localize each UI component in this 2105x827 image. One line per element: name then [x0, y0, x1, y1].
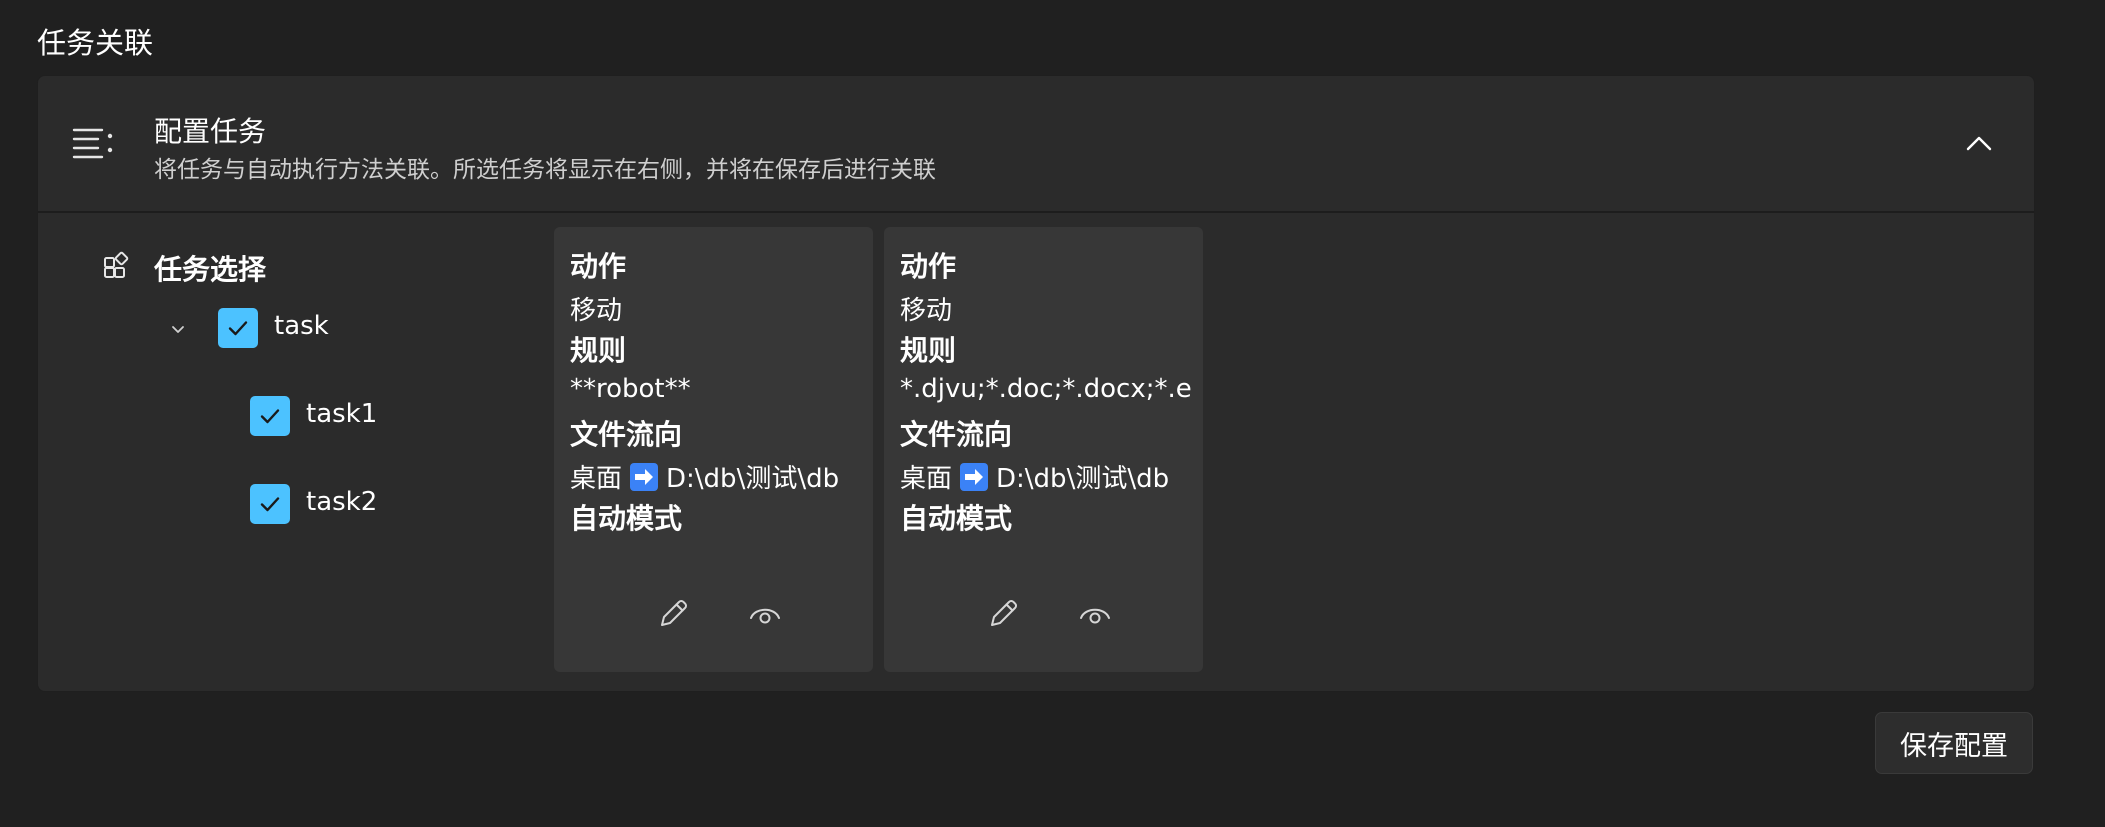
edit-icon[interactable] — [983, 594, 1023, 634]
action-value: 移动 — [570, 296, 623, 326]
list-settings-icon — [72, 128, 113, 159]
task-checkbox[interactable] — [218, 308, 258, 348]
rule-value: *.djvu;*.doc;*.docx;*.epub — [900, 374, 1192, 404]
view-icon[interactable] — [745, 594, 785, 634]
arrow-right-icon — [630, 463, 659, 491]
apps-add-icon — [104, 251, 129, 278]
task-selection-title: 任务选择 — [154, 253, 267, 286]
task-card-2: 动作 移动 规则 *.djvu;*.doc;*.docx;*.epub 文件流向… — [884, 227, 1203, 672]
task-card-1: 动作 移动 规则 **robot** 文件流向 桌面 D:\db\测试\db 自动… — [554, 227, 873, 672]
task1-checkbox[interactable] — [250, 396, 290, 436]
checkmark-icon — [260, 497, 280, 512]
action-label: 动作 — [570, 250, 627, 283]
save-config-button[interactable]: 保存配置 — [1875, 712, 2033, 774]
file-flow-label: 文件流向 — [570, 418, 683, 451]
chevron-down-icon[interactable] — [168, 319, 188, 339]
rule-value: **robot** — [570, 374, 691, 404]
tree-item-task[interactable]: task — [38, 308, 578, 348]
section-title: 任务关联 — [37, 26, 154, 60]
tree-item-task1[interactable]: task1 — [38, 396, 578, 436]
auto-mode-label: 自动模式 — [900, 502, 1013, 535]
configure-tasks-expander: 配置任务 将任务与自动执行方法关联。所选任务将显示在右侧，并将在保存后进行关联 … — [37, 75, 2035, 692]
chevron-up-icon[interactable] — [1964, 128, 1994, 158]
expander-description: 将任务与自动执行方法关联。所选任务将显示在右侧，并将在保存后进行关联 — [154, 157, 936, 183]
expander-content: 任务选择 task task1 task2 动作 移动 规则 **robot**… — [38, 213, 2034, 691]
file-flow-value: 桌面 D:\db\测试\db — [570, 458, 862, 495]
expander-header[interactable]: 配置任务 将任务与自动执行方法关联。所选任务将显示在右侧，并将在保存后进行关联 — [38, 76, 2034, 213]
tree-item-label: task1 — [306, 399, 378, 429]
flow-from: 桌面 — [570, 464, 623, 494]
file-flow-label: 文件流向 — [900, 418, 1013, 451]
flow-from: 桌面 — [900, 464, 953, 494]
rule-label: 规则 — [900, 334, 957, 367]
checkmark-icon — [228, 321, 248, 336]
tree-item-label: task2 — [306, 487, 378, 517]
expander-title: 配置任务 — [154, 115, 267, 148]
rule-label: 规则 — [570, 334, 627, 367]
tree-item-task2[interactable]: task2 — [38, 484, 578, 524]
arrow-right-icon — [960, 463, 989, 491]
flow-to: D:\db\测试\db — [666, 464, 840, 494]
flow-to: D:\db\测试\db — [996, 464, 1170, 494]
tree-item-label: task — [274, 311, 329, 341]
edit-icon[interactable] — [653, 594, 693, 634]
task2-checkbox[interactable] — [250, 484, 290, 524]
action-value: 移动 — [900, 296, 953, 326]
auto-mode-label: 自动模式 — [570, 502, 683, 535]
checkmark-icon — [260, 409, 280, 424]
file-flow-value: 桌面 D:\db\测试\db — [900, 458, 1192, 495]
view-icon[interactable] — [1075, 594, 1115, 634]
action-label: 动作 — [900, 250, 957, 283]
